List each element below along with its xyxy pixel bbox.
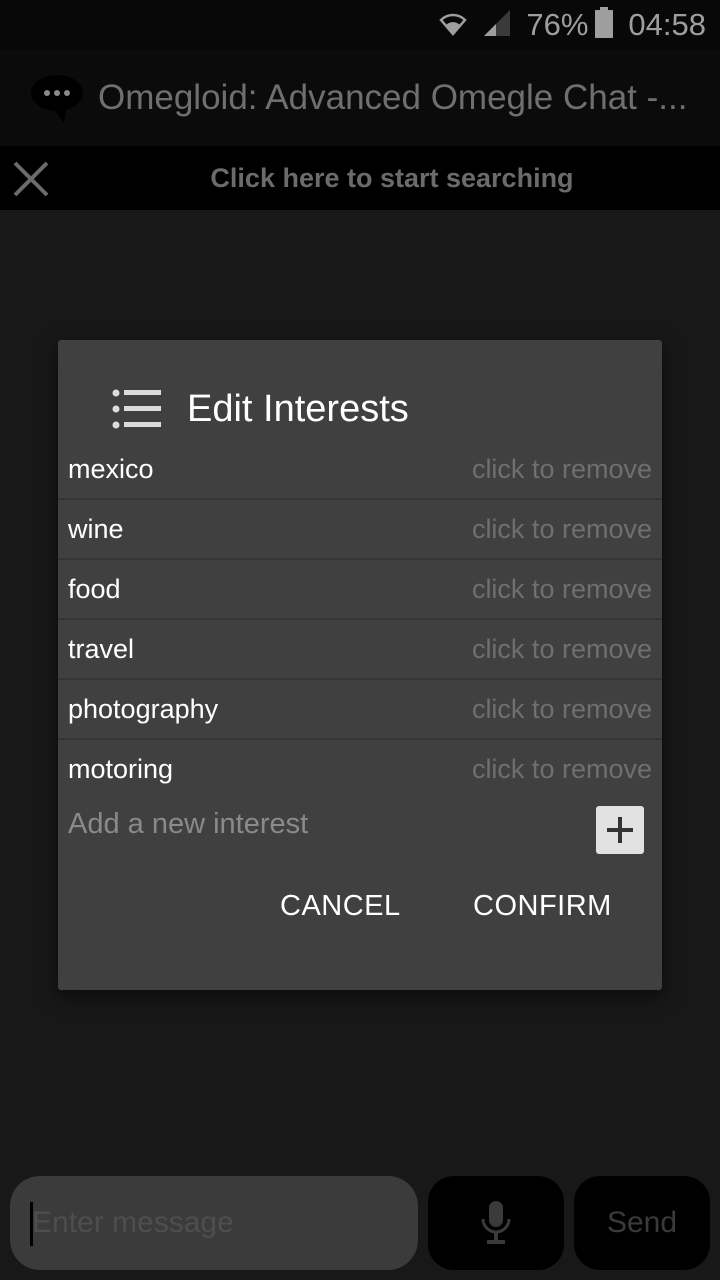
dialog-header: Edit Interests [58, 378, 662, 440]
edit-interests-dialog: Edit Interests mexico click to remove wi… [58, 340, 662, 990]
message-input[interactable] [32, 1198, 402, 1248]
confirm-button[interactable]: CONFIRM [473, 890, 612, 923]
microphone-button[interactable] [428, 1176, 564, 1270]
remove-interest-link[interactable]: click to remove [472, 514, 652, 545]
plus-icon [607, 817, 633, 843]
clock: 04:58 [628, 7, 706, 42]
start-search-label[interactable]: Click here to start searching [0, 163, 720, 194]
interest-row-motoring[interactable]: motoring click to remove [58, 740, 662, 800]
interest-name: photography [68, 694, 219, 724]
interest-name: wine [68, 514, 124, 544]
interest-row-wine[interactable]: wine click to remove [58, 500, 662, 560]
remove-interest-link[interactable]: click to remove [472, 694, 652, 725]
list-icon [112, 388, 162, 430]
remove-interest-link[interactable]: click to remove [472, 634, 652, 665]
interest-row-mexico[interactable]: mexico click to remove [58, 440, 662, 500]
remove-interest-link[interactable]: click to remove [472, 454, 652, 485]
add-interest-button[interactable] [596, 806, 644, 854]
microphone-icon [481, 1201, 511, 1244]
interest-name: travel [68, 634, 135, 664]
battery-icon [594, 6, 614, 44]
message-input-container[interactable] [10, 1176, 418, 1270]
interest-name: food [68, 574, 121, 604]
interest-row-travel[interactable]: travel click to remove [58, 620, 662, 680]
start-search-bar[interactable]: Click here to start searching [0, 146, 720, 210]
interest-row-photography[interactable]: photography click to remove [58, 680, 662, 740]
remove-interest-link[interactable]: click to remove [472, 754, 652, 785]
wifi-icon [438, 8, 468, 43]
add-interest-input[interactable] [68, 802, 568, 846]
dialog-title: Edit Interests [187, 388, 409, 430]
interest-name: mexico [68, 454, 154, 484]
close-icon[interactable] [10, 158, 52, 200]
battery-percent: 76% [526, 7, 589, 42]
chat-bubble-logo-icon [28, 69, 86, 127]
app-title: Omegloid: Advanced Omegle Chat -... [98, 78, 688, 117]
send-button[interactable]: Send [574, 1176, 710, 1270]
cancel-button[interactable]: CANCEL [280, 890, 401, 923]
cellular-signal-icon [482, 8, 512, 43]
interest-row-food[interactable]: food click to remove [58, 560, 662, 620]
status-bar: 76% 04:58 [0, 0, 720, 50]
app-bar: Omegloid: Advanced Omegle Chat -... [0, 50, 720, 146]
interest-name: motoring [68, 754, 174, 784]
remove-interest-link[interactable]: click to remove [472, 574, 652, 605]
